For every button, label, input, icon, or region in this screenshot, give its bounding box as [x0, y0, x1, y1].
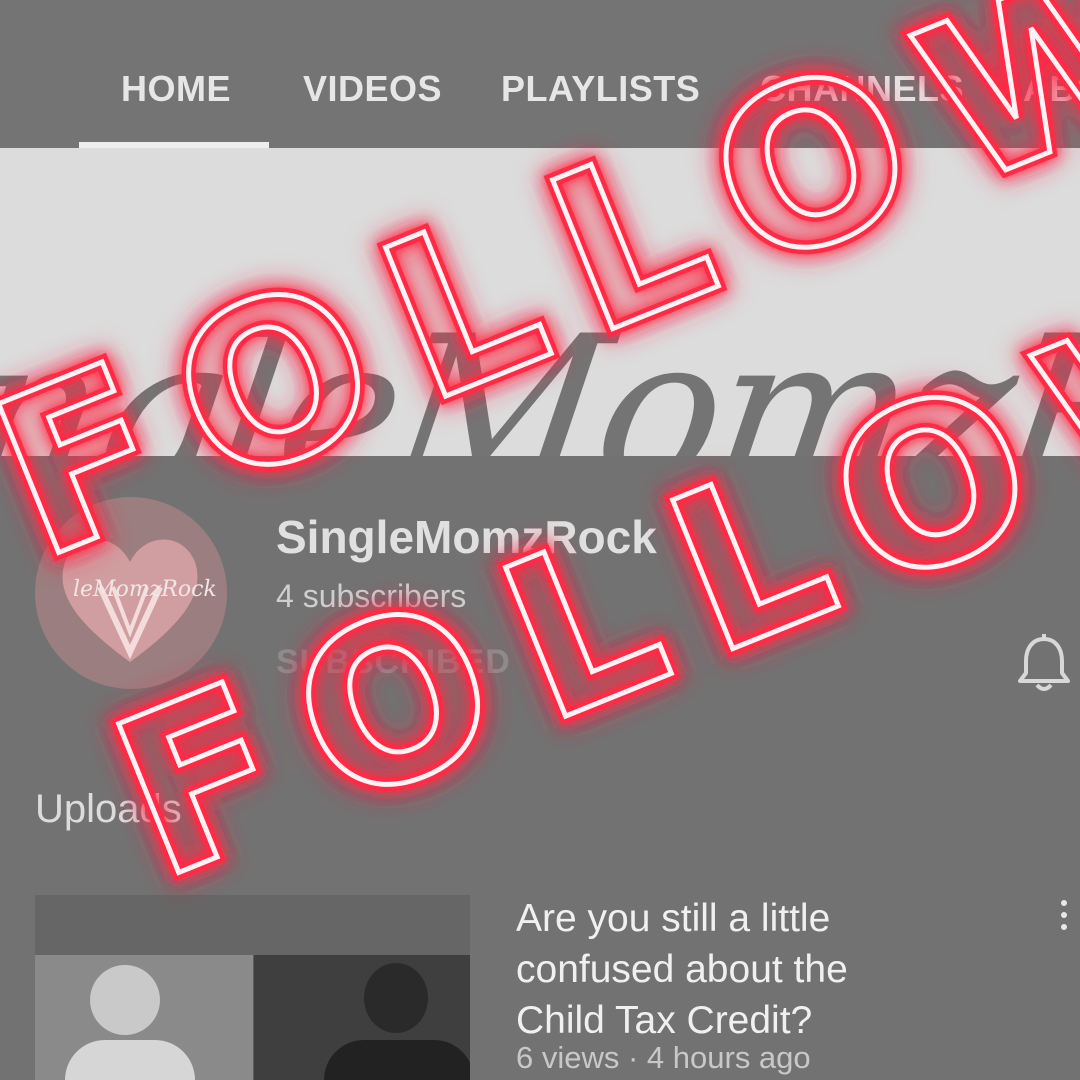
- tab-channels[interactable]: CHANNELS: [760, 68, 964, 110]
- person-left-head: [90, 965, 160, 1035]
- uploads-section-title: Uploads: [35, 787, 182, 831]
- more-vert-icon[interactable]: [1058, 900, 1070, 940]
- subscriber-count: 4 subscribers: [276, 578, 467, 614]
- channel-name: SingleMomzRock: [276, 511, 657, 563]
- thumbnail-right-pane: [254, 955, 470, 1080]
- person-left-body: [65, 1040, 195, 1080]
- tab-playlists[interactable]: PLAYLISTS: [501, 68, 700, 110]
- channel-avatar[interactable]: leMomzRock: [35, 497, 227, 689]
- bell-icon[interactable]: [1016, 633, 1072, 693]
- thumbnail-left-pane: [35, 955, 253, 1080]
- person-right-head: [364, 963, 428, 1033]
- channel-banner: ingleMomzRoc: [0, 148, 1080, 456]
- screen: HOME VIDEOS PLAYLISTS CHANNELS ABO ingle…: [0, 0, 1080, 1080]
- channel-tab-bar: HOME VIDEOS PLAYLISTS CHANNELS ABO: [0, 0, 1080, 148]
- subscribed-button[interactable]: SUBSCRIBED: [276, 643, 511, 682]
- video-thumbnail[interactable]: [35, 895, 470, 1080]
- avatar-logo-text: leMomzRock: [73, 577, 217, 602]
- thumbnail-top-bar: [35, 895, 470, 955]
- video-meta: 6 views · 4 hours ago: [516, 1040, 811, 1075]
- tab-videos[interactable]: VIDEOS: [303, 68, 442, 110]
- banner-logo-text: ingleMomzRoc: [0, 293, 1080, 456]
- tab-home[interactable]: HOME: [121, 68, 231, 110]
- video-title[interactable]: Are you still a little confused about th…: [516, 893, 946, 1046]
- person-right-body: [324, 1040, 470, 1080]
- tab-about[interactable]: ABO: [1023, 68, 1080, 110]
